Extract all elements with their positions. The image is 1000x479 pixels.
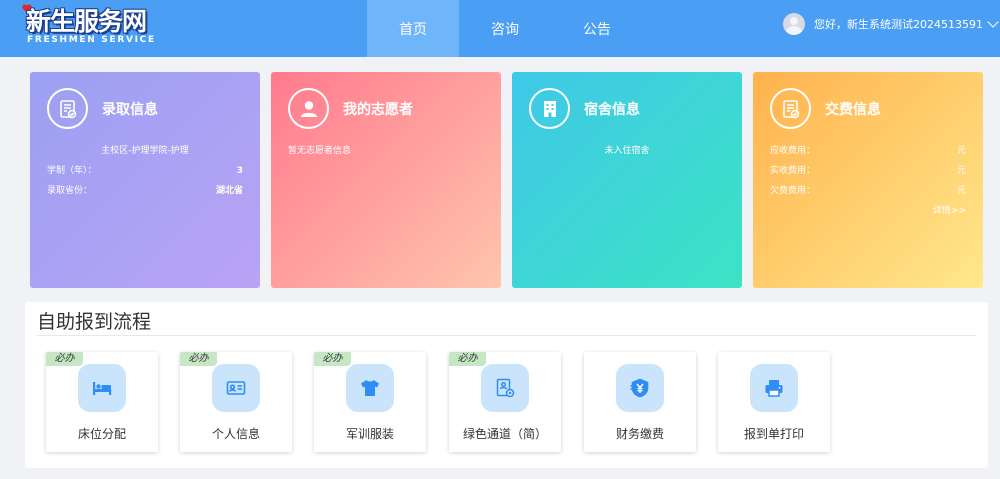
admission-card: 录取信息 主校区-护理学院-护理 学制（年）： 3 录取省份： 湖北省	[30, 72, 260, 288]
document-check-icon	[770, 88, 811, 129]
fee-label: 欠费费用：	[770, 186, 816, 196]
step-military-uniform[interactable]: 必办 军训服装	[314, 352, 426, 452]
main-nav: 首页 咨询 公告	[367, 0, 643, 57]
tshirt-icon	[346, 364, 394, 412]
fee-row: 应收费用： 元	[770, 141, 966, 161]
empty-text: 暂无志愿者信息	[288, 146, 352, 156]
info-value: 湖北省	[215, 186, 243, 196]
step-label: 军训服装	[345, 427, 394, 441]
fee-value: 元	[956, 186, 966, 196]
step-label: 绿色通道（简）	[462, 427, 547, 441]
step-label: 财务缴费	[615, 427, 664, 441]
required-badge: 必办	[449, 352, 486, 366]
info-label: 学制（年）：	[47, 166, 97, 176]
card-body: 暂无志愿者信息	[288, 141, 484, 161]
step-green-channel[interactable]: 必办 绿色通道（简）	[449, 352, 561, 452]
card-header: 录取信息	[47, 88, 158, 129]
printer-icon	[750, 364, 798, 412]
card-header: 宿舍信息	[529, 88, 640, 129]
nav-consult[interactable]: 咨询	[459, 0, 551, 57]
section-divider	[37, 335, 976, 336]
volunteer-card: 我的志愿者 暂无志愿者信息	[271, 72, 501, 288]
step-label: 报到单打印	[743, 427, 804, 441]
required-badge: 必办	[314, 352, 351, 366]
self-registration-process: 自助报到流程 必办 床位分配 必办 个人信息 必办 军训服装 必办 绿色通道（简…	[25, 302, 988, 468]
yuan-shield-icon	[616, 364, 664, 412]
info-row: 学制（年）： 3	[47, 161, 243, 181]
fee-row: 欠费费用： 元	[770, 181, 966, 201]
logo-subtitle: FRESHMEN SERVICE	[27, 35, 156, 45]
dorm-card: 宿舍信息 未入住宿舍	[512, 72, 742, 288]
info-row: 录取省份： 湖北省	[47, 181, 243, 201]
info-value: 3	[236, 166, 243, 176]
fee-detail-link[interactable]: 详情>>	[770, 201, 966, 221]
fee-card: 交费信息 应收费用： 元 实收费用： 元 欠费费用： 元 详情>>	[753, 72, 983, 288]
id-card-icon	[212, 364, 260, 412]
card-title: 宿舍信息	[584, 101, 640, 118]
nav-announcement[interactable]: 公告	[551, 0, 643, 57]
bed-icon	[78, 364, 126, 412]
user-menu[interactable]: 您好，新生系统测试2024513591	[783, 12, 999, 36]
step-bed-assignment[interactable]: 必办 床位分配	[46, 352, 158, 452]
building-icon	[529, 88, 570, 129]
user-greeting: 您好，新生系统测试2024513591	[814, 18, 983, 31]
card-body: 应收费用： 元 实收费用： 元 欠费费用： 元 详情>>	[770, 141, 966, 221]
step-label: 床位分配	[77, 427, 126, 441]
fee-value: 元	[956, 166, 966, 176]
campus-major: 主校区-护理学院-护理	[101, 146, 189, 156]
step-finance-payment[interactable]: 财务缴费	[584, 352, 696, 452]
top-header: 新生服务网 FRESHMEN SERVICE 首页 咨询 公告 您好，新生系统测…	[0, 0, 1000, 57]
card-body: 主校区-护理学院-护理 学制（年）： 3 录取省份： 湖北省	[47, 141, 243, 201]
required-badge: 必办	[180, 352, 217, 366]
card-body: 未入住宿舍	[529, 141, 725, 161]
card-title: 录取信息	[102, 101, 158, 118]
required-badge: 必办	[46, 352, 83, 366]
card-title: 交费信息	[825, 101, 881, 118]
chevron-down-icon	[987, 16, 999, 28]
card-header: 我的志愿者	[288, 88, 413, 129]
info-label: 录取省份：	[47, 186, 93, 196]
fee-label: 实收费用：	[770, 166, 816, 176]
document-settings-icon	[481, 364, 529, 412]
empty-text: 未入住宿舍	[604, 146, 650, 156]
logo-text: 新生服务网	[26, 7, 147, 36]
card-title: 我的志愿者	[343, 101, 413, 118]
step-personal-info[interactable]: 必办 个人信息	[180, 352, 292, 452]
fee-label: 应收费用：	[770, 146, 816, 156]
nav-home[interactable]: 首页	[367, 0, 459, 57]
document-check-icon	[47, 88, 88, 129]
section-title: 自助报到流程	[37, 311, 152, 333]
step-print-report-form[interactable]: 报到单打印	[718, 352, 830, 452]
avatar	[783, 13, 805, 35]
fee-row: 实收费用： 元	[770, 161, 966, 181]
person-icon	[288, 88, 329, 129]
fee-value: 元	[956, 146, 966, 156]
step-label: 个人信息	[211, 427, 260, 441]
card-header: 交费信息	[770, 88, 881, 129]
site-logo[interactable]: 新生服务网 FRESHMEN SERVICE	[22, 4, 166, 46]
